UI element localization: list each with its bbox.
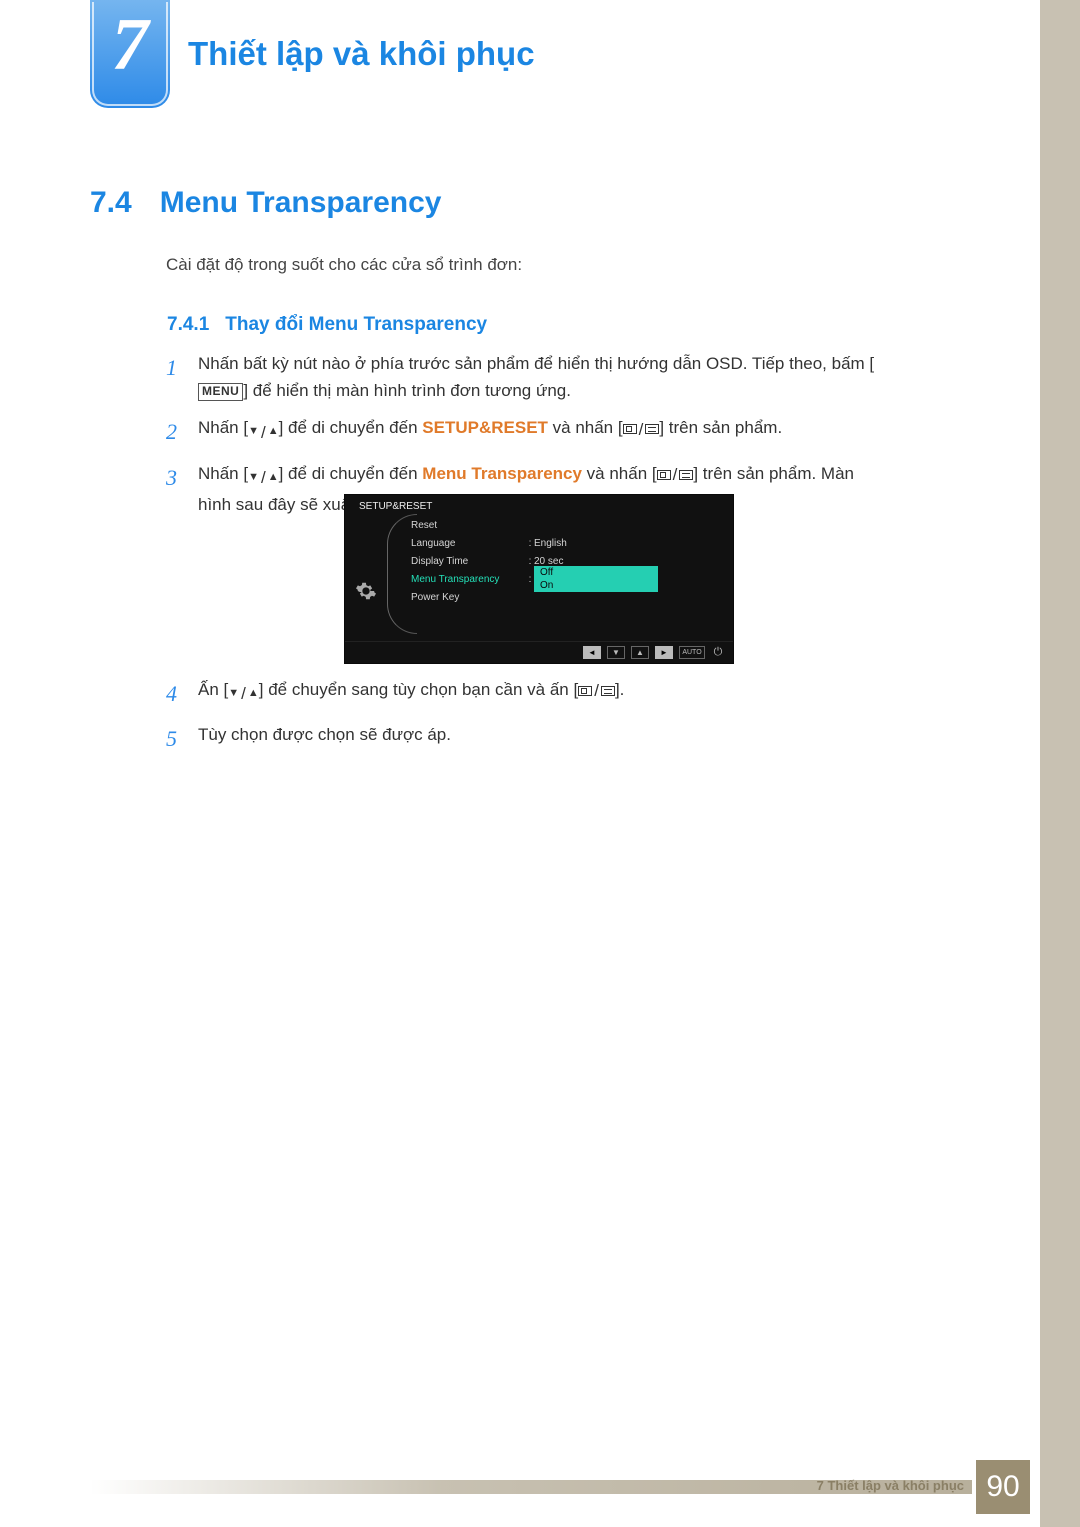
osd-title: SETUP&RESET — [345, 495, 733, 516]
osd-screenshot: SETUP&RESET Reset Language : English Dis… — [344, 494, 734, 664]
menu-key: MENU — [198, 383, 243, 401]
step-body: Nhấn bất kỳ nút nào ở phía trước sản phẩ… — [198, 350, 886, 404]
step-number: 1 — [166, 350, 184, 404]
step-5: 5 Tùy chọn được chọn sẽ được áp. — [166, 721, 886, 756]
osd-option-off: Off — [534, 566, 658, 579]
osd-label: Reset — [411, 520, 526, 531]
step-number: 5 — [166, 721, 184, 756]
footer-text: 7 Thiết lập và khôi phục — [817, 1478, 964, 1493]
osd-arc-decoration — [387, 514, 417, 634]
power-icon: ⏻ — [711, 646, 725, 660]
gear-icon — [355, 580, 377, 602]
chapter-title: Thiết lập và khôi phục — [188, 35, 535, 73]
subsection-heading: 7.4.1 Thay đổi Menu Transparency — [167, 314, 487, 336]
section-title: Menu Transparency — [160, 186, 442, 220]
step-text: ] để di chuyển đến — [279, 418, 423, 437]
step-number: 2 — [166, 414, 184, 449]
osd-label: Display Time — [411, 556, 526, 567]
osd-colon: : — [526, 574, 534, 585]
step-1: 1 Nhấn bất kỳ nút nào ở phía trước sản p… — [166, 350, 886, 404]
osd-nav-down-icon: ▼ — [607, 646, 625, 659]
step-number: 3 — [166, 460, 184, 519]
osd-colon: : — [526, 556, 534, 567]
down-up-icon: ▼/▲ — [228, 680, 259, 707]
osd-label: Power Key — [411, 592, 526, 603]
down-up-icon: ▼/▲ — [248, 419, 279, 446]
step-text: ] để chuyển sang tùy chọn bạn cần và ấn … — [259, 680, 578, 699]
step-text: và nhấn [ — [548, 418, 623, 437]
osd-nav-left-icon: ◄ — [583, 646, 601, 659]
source-enter-icon: / — [657, 461, 694, 488]
osd-option-on: On — [534, 579, 658, 592]
subsection-number: 7.4.1 — [167, 314, 209, 336]
osd-nav-up-icon: ▲ — [631, 646, 649, 659]
page-number: 90 — [976, 1460, 1030, 1514]
osd-colon: : — [526, 538, 534, 549]
chapter-number: 7 — [90, 0, 170, 82]
footer-bar: 7 Thiết lập và khôi phục — [90, 1480, 972, 1494]
osd-row-language: Language : English — [411, 534, 733, 552]
step-text: và nhấn [ — [582, 464, 657, 483]
osd-value: English — [534, 538, 567, 549]
step-text: ] để hiển thị màn hình trình đơn tương ứ… — [243, 381, 571, 400]
osd-options: Off On — [534, 566, 733, 592]
section-intro: Cài đặt độ trong suốt cho các cửa sổ trì… — [166, 255, 522, 275]
osd-label: Language — [411, 538, 526, 549]
right-decorative-strip — [1040, 0, 1080, 1527]
source-enter-icon: / — [623, 416, 660, 443]
osd-auto-button: AUTO — [679, 646, 705, 659]
osd-footer: ◄ ▼ ▲ ► AUTO ⏻ — [345, 641, 733, 663]
step-text: Nhấn [ — [198, 464, 248, 483]
osd-row-menu-transparency: Menu Transparency : Off On — [411, 570, 733, 588]
step-text: Nhấn [ — [198, 418, 248, 437]
osd-row-reset: Reset — [411, 516, 733, 534]
osd-nav-right-icon: ► — [655, 646, 673, 659]
down-up-icon: ▼/▲ — [248, 464, 279, 491]
menu-transparency-keyword: Menu Transparency — [422, 464, 582, 483]
step-4: 4 Ấn [▼/▲] để chuyển sang tùy chọn bạn c… — [166, 676, 886, 711]
step-body: Ấn [▼/▲] để chuyển sang tùy chọn bạn cần… — [198, 676, 886, 711]
step-body: Nhấn [▼/▲] để di chuyển đến SETUP&RESET … — [198, 414, 886, 449]
step-text: Nhấn bất kỳ nút nào ở phía trước sản phẩ… — [198, 354, 874, 373]
step-text: ] để di chuyển đến — [279, 464, 423, 483]
step-number: 4 — [166, 676, 184, 711]
chapter-tab: 7 — [90, 0, 170, 108]
source-enter-icon: / — [578, 677, 615, 704]
osd-label: Menu Transparency — [411, 574, 526, 585]
osd-value: 20 sec — [534, 556, 563, 567]
section-number: 7.4 — [90, 186, 132, 220]
step-text: ]. — [615, 680, 624, 699]
step-body: Tùy chọn được chọn sẽ được áp. — [198, 721, 886, 756]
section-heading: 7.4 Menu Transparency — [90, 186, 441, 220]
step-2: 2 Nhấn [▼/▲] để di chuyển đến SETUP&RESE… — [166, 414, 886, 449]
steps-list-continued: 4 Ấn [▼/▲] để chuyển sang tùy chọn bạn c… — [166, 676, 886, 766]
page-footer: 7 Thiết lập và khôi phục 90 — [90, 1467, 1030, 1507]
step-text: ] trên sản phẩm. — [659, 418, 782, 437]
subsection-title: Thay đổi Menu Transparency — [225, 314, 487, 336]
step-text: Ấn [ — [198, 680, 228, 699]
setup-reset-keyword: SETUP&RESET — [422, 418, 548, 437]
